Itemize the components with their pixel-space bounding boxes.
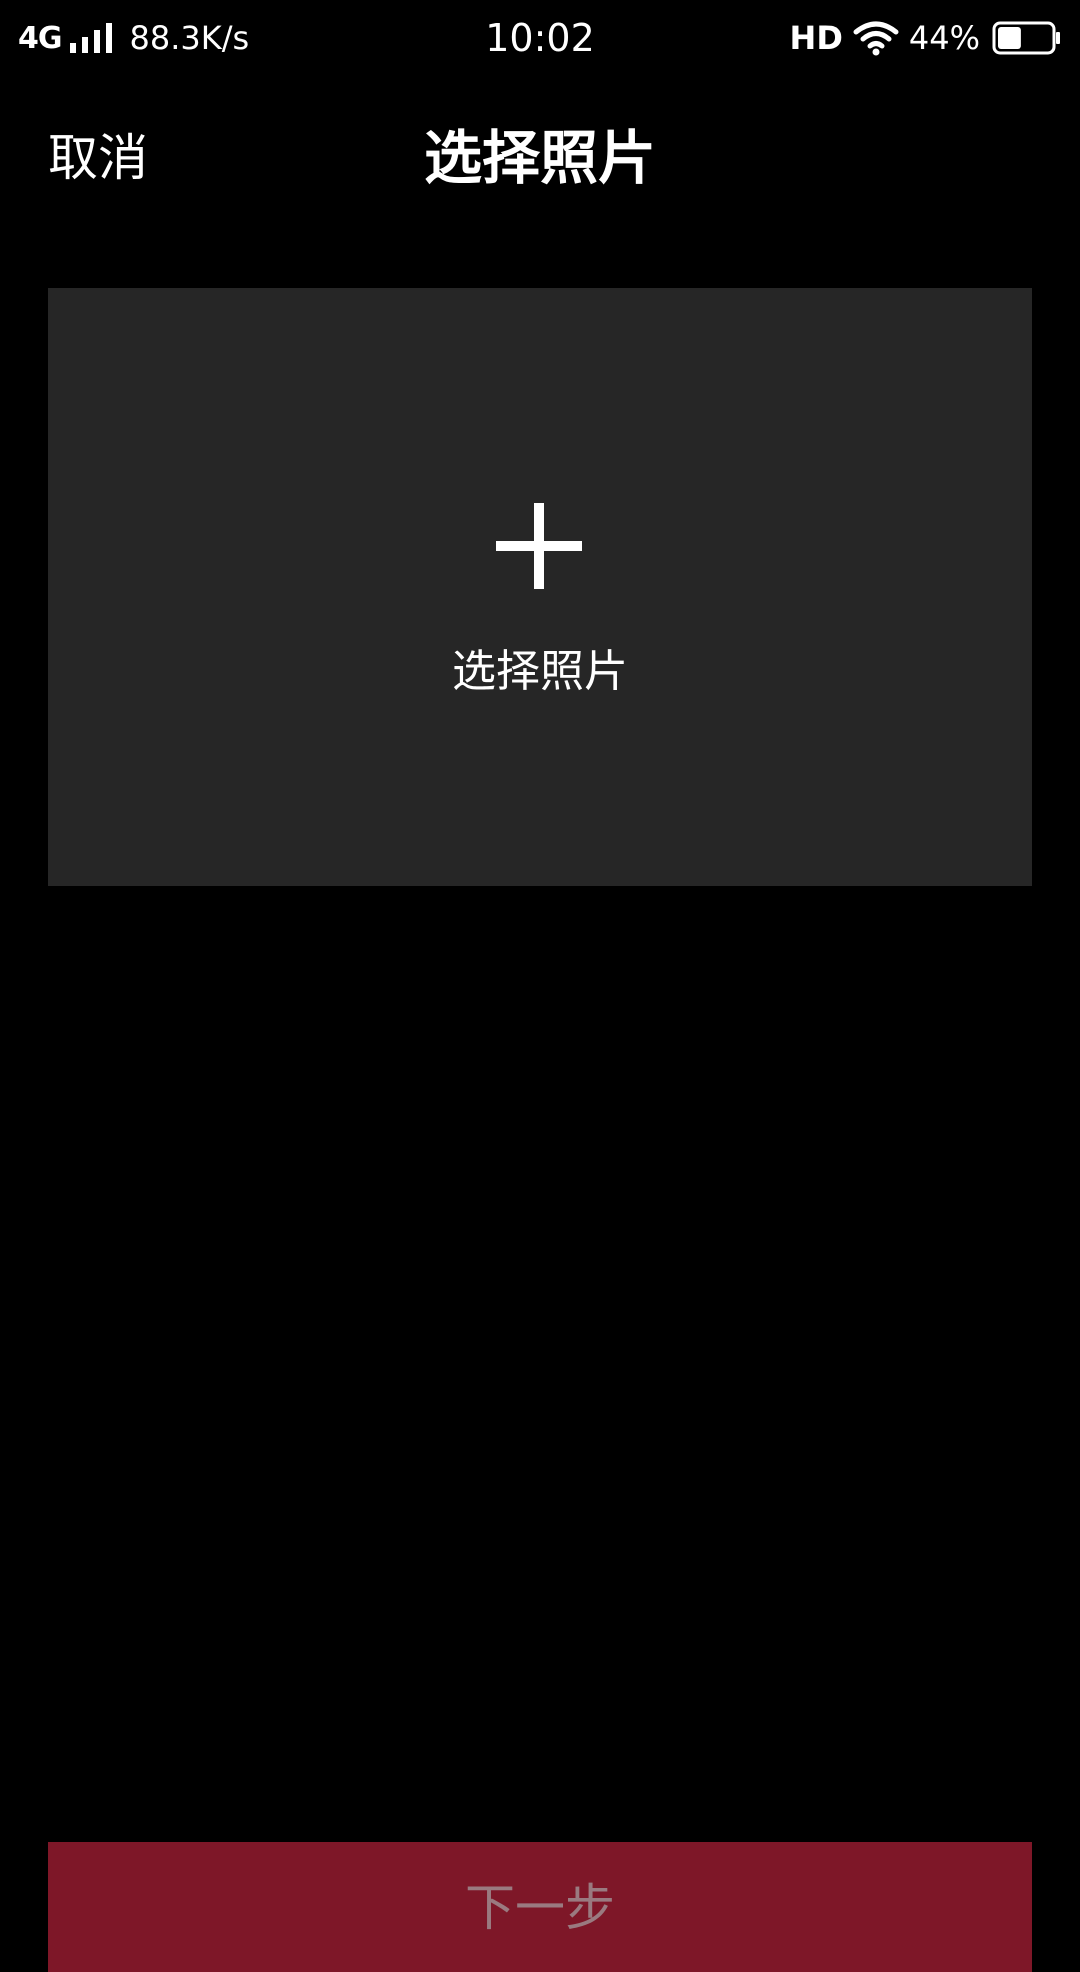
wifi-icon [853,21,899,56]
plus-icon [496,503,582,589]
battery-icon [992,21,1060,55]
status-right: HD 44% [790,14,1062,62]
next-button[interactable]: 下一步 [48,1842,1032,1972]
hd-indicator: HD [789,19,843,57]
header: 取消 选择照片 [0,110,1080,206]
select-photo-label: 选择照片 [452,646,628,697]
status-bar: 4G 88.3K/s 10:02 HD 44% [0,0,1080,76]
page-title: 选择照片 [423,124,656,192]
next-button-label: 下一步 [465,1879,615,1937]
select-photo-area[interactable]: 选择照片 [48,288,1032,886]
battery-percent: 44% [908,19,980,57]
